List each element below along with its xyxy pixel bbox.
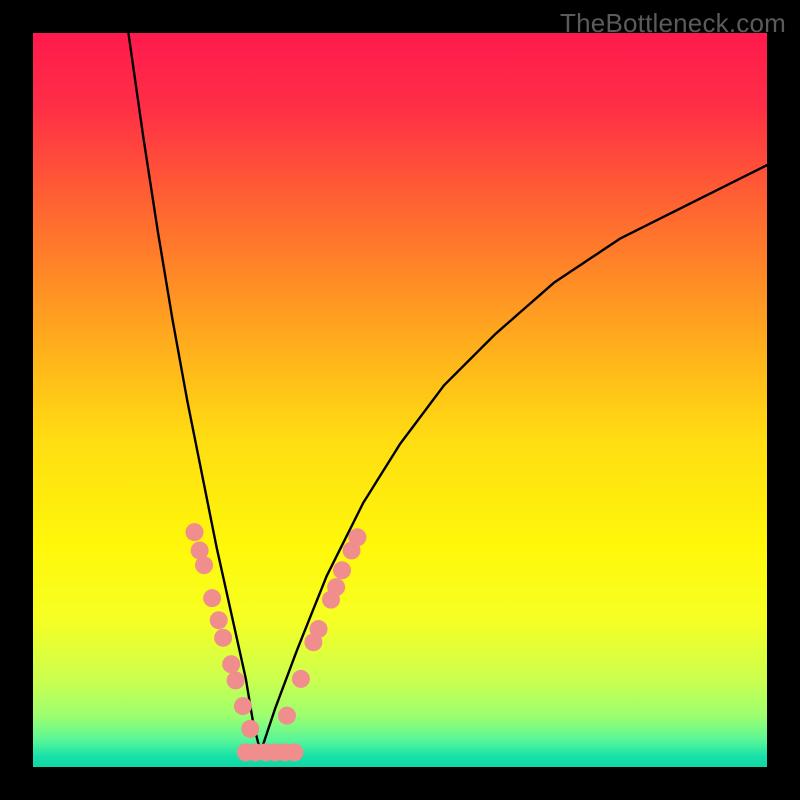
curve-right-branch bbox=[261, 165, 767, 752]
bottleneck-curve bbox=[33, 33, 767, 767]
data-markers bbox=[185, 523, 366, 761]
data-marker bbox=[241, 720, 259, 738]
plot-area bbox=[33, 33, 767, 767]
data-marker bbox=[210, 611, 228, 629]
data-marker bbox=[203, 589, 221, 607]
data-marker bbox=[227, 671, 245, 689]
data-marker bbox=[234, 697, 252, 715]
data-marker bbox=[285, 743, 303, 761]
data-marker bbox=[333, 561, 351, 579]
curve-left-branch bbox=[128, 33, 260, 752]
data-marker bbox=[348, 528, 366, 546]
data-marker bbox=[185, 523, 203, 541]
watermark-text: TheBottleneck.com bbox=[560, 8, 786, 39]
data-marker bbox=[310, 620, 328, 638]
data-marker bbox=[222, 655, 240, 673]
data-marker bbox=[292, 670, 310, 688]
data-marker bbox=[195, 556, 213, 574]
data-marker bbox=[278, 707, 296, 725]
outer-black-frame: TheBottleneck.com bbox=[0, 0, 800, 800]
data-marker bbox=[327, 578, 345, 596]
data-marker bbox=[214, 629, 232, 647]
